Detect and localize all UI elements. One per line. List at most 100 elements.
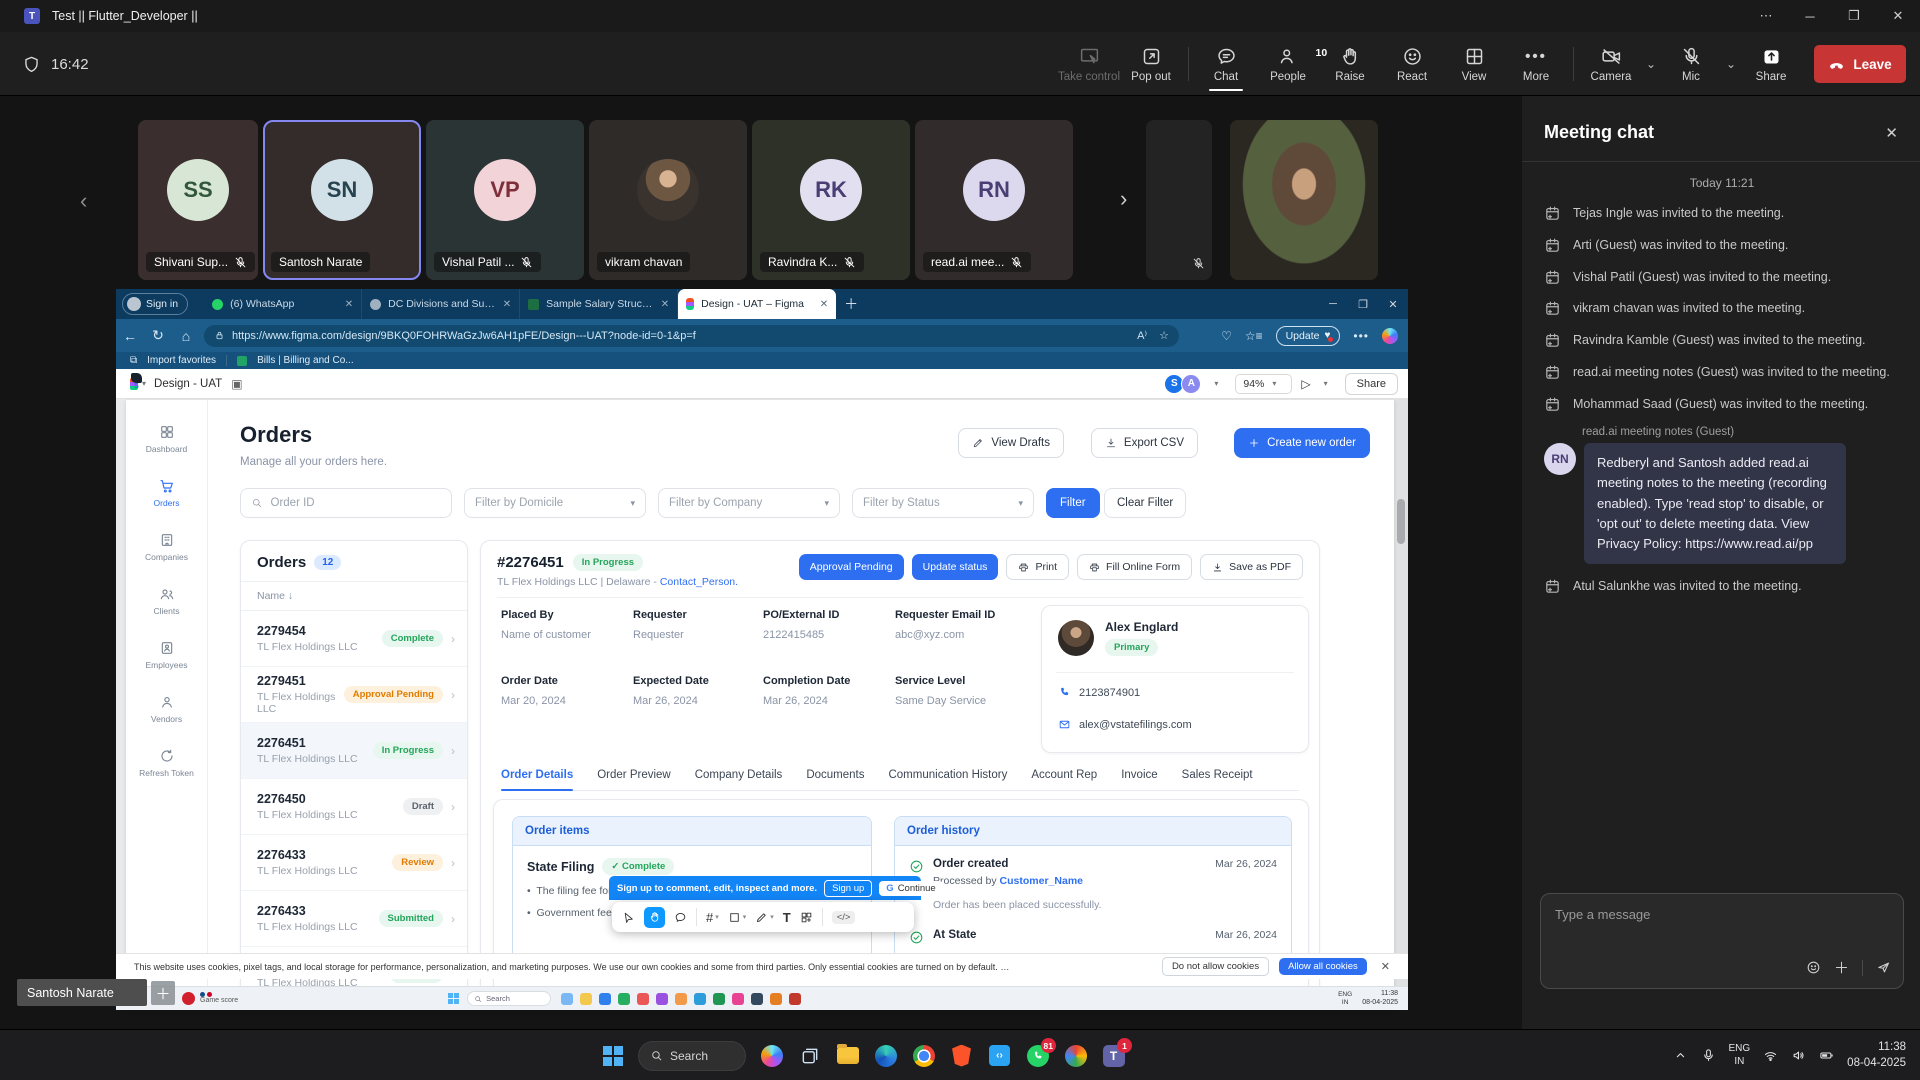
shape-tool-icon[interactable]: ▾ bbox=[728, 911, 747, 924]
figma-doc-title[interactable]: Design - UAT bbox=[154, 378, 222, 390]
chat-message-input[interactable]: Type a message ＋ bbox=[1540, 893, 1904, 989]
filter-domicile-dropdown[interactable]: Filter by Domicile▾ bbox=[464, 488, 646, 518]
mic-options-chevron-icon[interactable]: ⌄ bbox=[1722, 57, 1740, 71]
browser-profile-button[interactable]: Sign in bbox=[122, 293, 188, 315]
zoom-level-dropdown[interactable]: 94%▾ bbox=[1235, 374, 1292, 394]
order-row[interactable]: 2276451 TL Flex Holdings LLC In Progress… bbox=[241, 723, 467, 779]
view-button[interactable]: View bbox=[1443, 39, 1505, 89]
detail-tab[interactable]: Documents bbox=[806, 769, 864, 781]
browser-ball-icon[interactable] bbox=[1063, 1043, 1088, 1068]
favorites-list-icon[interactable]: ☆≡ bbox=[1245, 329, 1263, 343]
fill-online-form-button[interactable]: Fill Online Form bbox=[1077, 554, 1192, 580]
order-row[interactable]: 2279451 TL Flex Holdings LLC Approval Pe… bbox=[241, 667, 467, 723]
detail-tab[interactable]: Account Rep bbox=[1031, 769, 1097, 781]
customer-name-link[interactable]: Customer_Name bbox=[1000, 875, 1083, 887]
people-button[interactable]: 10 People bbox=[1257, 39, 1319, 89]
vscode-icon[interactable]: ‹› bbox=[987, 1043, 1012, 1068]
sign-up-button[interactable]: Sign up bbox=[824, 880, 872, 897]
file-explorer-icon[interactable] bbox=[835, 1043, 860, 1068]
export-csv-button[interactable]: Export CSV bbox=[1091, 428, 1198, 458]
tab-close-icon[interactable]: ✕ bbox=[345, 299, 353, 310]
detail-tab[interactable]: Invoice bbox=[1121, 769, 1157, 781]
filter-status-dropdown[interactable]: Filter by Status▾ bbox=[852, 488, 1034, 518]
participant-tile[interactable]: SS Shivani Sup... bbox=[138, 120, 258, 280]
pen-tool-icon[interactable]: ▾ bbox=[755, 911, 774, 924]
sidebar-item[interactable]: Vendors bbox=[126, 694, 207, 724]
sidebar-item[interactable]: Employees bbox=[126, 640, 207, 670]
shared-taskbar-apps[interactable] bbox=[561, 993, 801, 1005]
order-row[interactable]: 2279454 TL Flex Holdings LLC Complete › bbox=[241, 611, 467, 667]
cookie-close-icon[interactable]: ✕ bbox=[1381, 960, 1390, 973]
update-button[interactable]: Update ♥ bbox=[1276, 326, 1341, 346]
brave-icon[interactable] bbox=[949, 1043, 974, 1068]
detail-tab[interactable]: Company Details bbox=[695, 769, 783, 781]
chat-button[interactable]: Chat bbox=[1195, 39, 1257, 89]
tab-close-icon[interactable]: ✕ bbox=[503, 299, 511, 310]
language-indicator[interactable]: ENGIN bbox=[1729, 1043, 1751, 1068]
window-minimize-icon[interactable]: ─ bbox=[1788, 0, 1832, 32]
whatsapp-icon[interactable]: 81 bbox=[1025, 1043, 1050, 1068]
attach-plus-icon[interactable]: ＋ bbox=[1834, 957, 1849, 978]
chrome-icon[interactable] bbox=[911, 1043, 936, 1068]
present-chevron-icon[interactable]: ▾ bbox=[1324, 379, 1328, 388]
share-button[interactable]: Share bbox=[1740, 39, 1802, 89]
avatars-chevron-icon[interactable]: ▾ bbox=[1214, 379, 1218, 388]
task-view-icon[interactable] bbox=[797, 1043, 822, 1068]
address-bar[interactable]: https://www.figma.com/design/9BKQ0FOHRWa… bbox=[204, 325, 1179, 347]
copilot-icon[interactable] bbox=[759, 1043, 784, 1068]
browser-close-icon[interactable]: ✕ bbox=[1378, 289, 1408, 319]
shared-language-indicator[interactable]: ENGIN bbox=[1338, 991, 1352, 1007]
sidebar-item[interactable]: Orders bbox=[126, 478, 207, 508]
camera-options-chevron-icon[interactable]: ⌄ bbox=[1642, 57, 1660, 71]
shared-search-input[interactable]: Search bbox=[467, 991, 551, 1006]
browser-tab[interactable]: Design - UAT – Figma ✕ bbox=[678, 289, 836, 319]
mic-button[interactable]: Mic bbox=[1660, 39, 1722, 89]
favorite-star-icon[interactable]: ☆ bbox=[1159, 329, 1169, 342]
home-icon[interactable]: ⌂ bbox=[172, 328, 200, 344]
cookies-settings-link[interactable]: Cookies settings bbox=[1000, 962, 1014, 972]
google-continue-button[interactable]: GContinue bbox=[879, 881, 942, 896]
layout-icon[interactable]: ▣ bbox=[231, 377, 242, 391]
create-new-order-button[interactable]: Create new order bbox=[1234, 428, 1370, 458]
taskbar-search[interactable]: Search bbox=[638, 1041, 746, 1071]
component-tool-icon[interactable] bbox=[800, 911, 813, 924]
edge-icon[interactable] bbox=[873, 1043, 898, 1068]
clear-filter-button[interactable]: Clear Filter bbox=[1104, 488, 1186, 518]
frame-tool-icon[interactable]: #▾ bbox=[706, 910, 719, 925]
sidebar-item[interactable]: Dashboard bbox=[126, 424, 207, 454]
camera-button[interactable]: Camera bbox=[1580, 39, 1642, 89]
contact-email[interactable]: alex@vstatefilings.com bbox=[1058, 718, 1192, 731]
detail-tab[interactable]: Sales Receipt bbox=[1182, 769, 1253, 781]
text-tool-icon[interactable]: T bbox=[783, 910, 791, 925]
filter-button[interactable]: Filter bbox=[1046, 488, 1100, 518]
tray-mic-icon[interactable] bbox=[1701, 1048, 1716, 1063]
wifi-icon[interactable] bbox=[1763, 1048, 1778, 1063]
game-score-widget[interactable]: Game score bbox=[182, 992, 238, 1005]
browser-maximize-icon[interactable]: ❐ bbox=[1348, 289, 1378, 319]
save-as-pdf-button[interactable]: Save as PDF bbox=[1200, 554, 1303, 580]
more-button[interactable]: ••• More bbox=[1505, 39, 1567, 89]
teams-icon[interactable]: T 1 bbox=[1101, 1043, 1126, 1068]
participant-tile[interactable]: VP Vishal Patil ... bbox=[426, 120, 584, 280]
detail-tab[interactable]: Order Preview bbox=[597, 769, 671, 781]
order-row[interactable]: 2276433 TL Flex Holdings LLC Submitted › bbox=[241, 891, 467, 947]
presenter-pin-button[interactable]: ＋ bbox=[151, 981, 175, 1005]
bookmark-link[interactable]: Bills | Billing and Co... bbox=[257, 355, 354, 366]
tab-close-icon[interactable]: ✕ bbox=[820, 299, 828, 310]
browser-essentials-icon[interactable]: ♡ bbox=[1221, 329, 1232, 343]
sidebar-item[interactable]: Companies bbox=[126, 532, 207, 562]
react-button[interactable]: React bbox=[1381, 39, 1443, 89]
detail-tab[interactable]: Order Details bbox=[501, 769, 573, 781]
participant-tile[interactable]: SN Santosh Narate bbox=[263, 120, 421, 280]
update-status-button[interactable]: Update status bbox=[912, 554, 999, 580]
figma-menu-chevron-icon[interactable]: ▾ bbox=[142, 379, 146, 388]
browser-menu-icon[interactable]: ••• bbox=[1353, 329, 1369, 343]
participant-tile[interactable]: RK Ravindra K... bbox=[752, 120, 910, 280]
send-icon[interactable] bbox=[1876, 960, 1891, 975]
order-row[interactable]: 2276450 TL Flex Holdings LLC Draft › bbox=[241, 779, 467, 835]
order-id-search-input[interactable]: Order ID bbox=[240, 488, 452, 518]
import-favorites-link[interactable]: Import favorites bbox=[147, 355, 216, 366]
collaborator-avatar[interactable]: A bbox=[1181, 374, 1201, 394]
contact-person-link[interactable]: Contact_Person. bbox=[660, 576, 738, 588]
browser-minimize-icon[interactable]: ─ bbox=[1318, 289, 1348, 319]
